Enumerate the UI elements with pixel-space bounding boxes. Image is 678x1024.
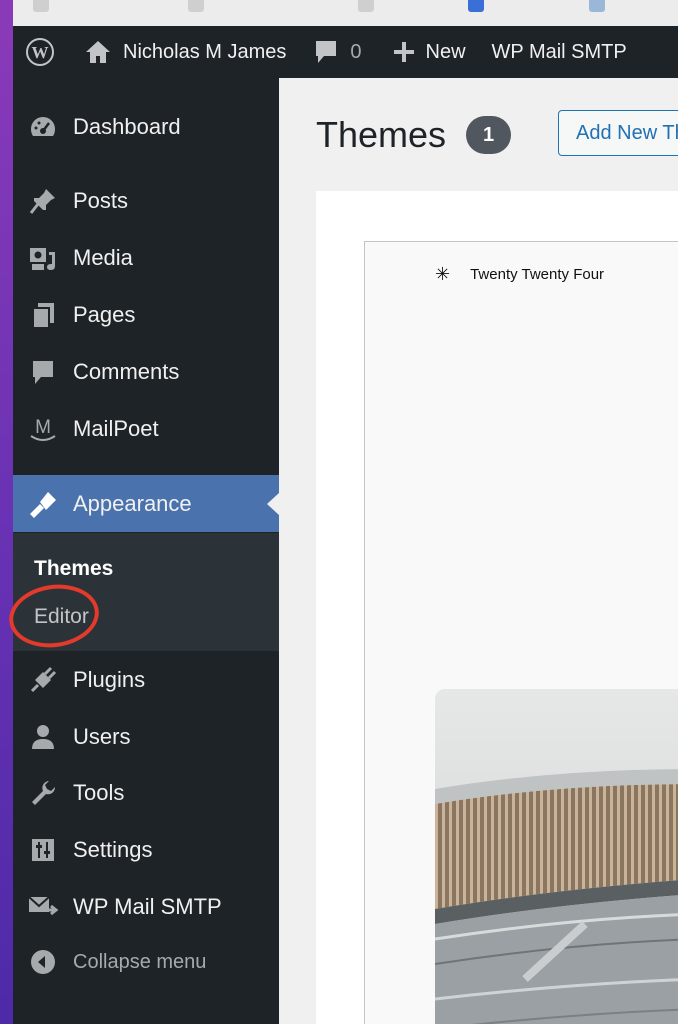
pages-icon — [13, 301, 73, 329]
paintbrush-icon — [13, 490, 73, 518]
sidebar-item-media[interactable]: Media — [13, 233, 279, 283]
sidebar-item-label: Users — [73, 724, 131, 749]
site-name: Nicholas M James — [123, 40, 287, 63]
theme-count-badge: 1 — [466, 116, 511, 154]
sidebar-item-settings[interactable]: Settings — [13, 825, 279, 875]
themes-panel: ✳ Twenty Twenty Four — [316, 191, 678, 1024]
dashboard-icon — [13, 113, 73, 141]
bookmark[interactable] — [589, 0, 612, 16]
plus-icon — [393, 42, 414, 62]
sidebar-item-pages[interactable]: Pages — [13, 290, 279, 340]
sidebar-item-users[interactable]: Users — [13, 712, 279, 762]
desktop-background — [0, 0, 13, 1024]
media-icon — [13, 244, 73, 272]
svg-text:W: W — [32, 43, 49, 62]
home-icon — [85, 40, 111, 64]
sidebar-item-tools[interactable]: Tools — [13, 768, 279, 818]
mailpoet-icon: M — [13, 414, 73, 444]
asterisk-icon: ✳ — [435, 264, 451, 284]
plug-icon — [13, 666, 73, 694]
settings-icon — [13, 837, 73, 863]
svg-text:M: M — [35, 417, 51, 438]
new-label: New — [425, 40, 466, 63]
bookmark-icon — [468, 0, 484, 12]
theme-screenshot-image — [435, 689, 678, 1024]
sidebar-item-label: Pages — [73, 302, 136, 327]
submenu-item-themes[interactable]: Themes — [34, 557, 113, 581]
user-icon — [13, 723, 73, 751]
sidebar-item-label: WP Mail SMTP — [73, 894, 222, 919]
theme-brand: ✳ Twenty Twenty Four — [435, 264, 604, 285]
bookmark[interactable] — [33, 0, 56, 16]
mail-icon — [13, 894, 73, 920]
sidebar-item-label: Settings — [73, 837, 153, 862]
wp-mail-smtp-label: WP Mail SMTP — [491, 40, 627, 63]
bookmark[interactable] — [358, 0, 381, 16]
wp-mail-smtp-link[interactable]: WP Mail SMTP — [492, 26, 627, 78]
sidebar-item-label: Comments — [73, 359, 180, 384]
bookmarks-bar — [13, 0, 678, 27]
comment-count: 0 — [350, 40, 362, 63]
collapse-arrow-icon — [13, 949, 73, 975]
comments-link[interactable]: 0 — [286, 26, 362, 78]
sidebar-item-label: Posts — [73, 188, 129, 213]
admin-bar: W Nicholas M James 0 New WP Mail SMTP — [13, 26, 678, 78]
bookmark-icon — [33, 0, 49, 12]
new-content-link[interactable]: New — [362, 26, 466, 78]
current-menu-arrow — [267, 493, 279, 515]
admin-sidebar: Dashboard Posts Media Pages Comments M M… — [13, 78, 279, 1024]
bookmark[interactable] — [188, 0, 211, 16]
sidebar-item-dashboard[interactable]: Dashboard — [13, 102, 279, 152]
sidebar-item-wp-mail-smtp[interactable]: WP Mail SMTP — [13, 882, 279, 932]
sidebar-item-appearance[interactable]: Appearance — [13, 475, 279, 532]
sidebar-item-label: MailPoet — [73, 416, 159, 441]
theme-card[interactable]: ✳ Twenty Twenty Four — [364, 241, 678, 1024]
comment-icon — [314, 39, 338, 65]
site-name-link[interactable]: Nicholas M James — [55, 26, 286, 78]
add-new-theme-button[interactable]: Add New Theme — [558, 110, 678, 156]
sidebar-item-label: Media — [73, 245, 133, 270]
sidebar-item-label: Tools — [73, 780, 125, 805]
collapse-menu-label: Collapse menu — [73, 950, 207, 973]
sidebar-item-label: Dashboard — [73, 114, 181, 139]
sidebar-item-comments[interactable]: Comments — [13, 347, 279, 397]
comment-icon — [13, 358, 73, 386]
wrench-icon — [13, 779, 73, 807]
sidebar-item-plugins[interactable]: Plugins — [13, 655, 279, 705]
main-content: Themes 1 Add New Theme ✳ Twenty Twenty F… — [279, 78, 678, 1024]
bookmark-icon — [188, 0, 204, 12]
theme-name: Twenty Twenty Four — [470, 266, 605, 283]
bookmark-icon — [358, 0, 374, 12]
wordpress-logo-icon[interactable]: W — [25, 37, 55, 67]
sidebar-item-label: Appearance — [73, 490, 192, 516]
bookmark-icon — [589, 0, 605, 12]
sidebar-item-posts[interactable]: Posts — [13, 176, 279, 226]
sidebar-item-mailpoet[interactable]: M MailPoet — [13, 404, 279, 454]
bookmark[interactable] — [468, 0, 491, 16]
collapse-menu-button[interactable]: Collapse menu — [13, 937, 279, 987]
sidebar-item-label: Plugins — [73, 667, 146, 692]
pin-icon — [13, 187, 73, 215]
page-title: Themes — [316, 114, 447, 155]
